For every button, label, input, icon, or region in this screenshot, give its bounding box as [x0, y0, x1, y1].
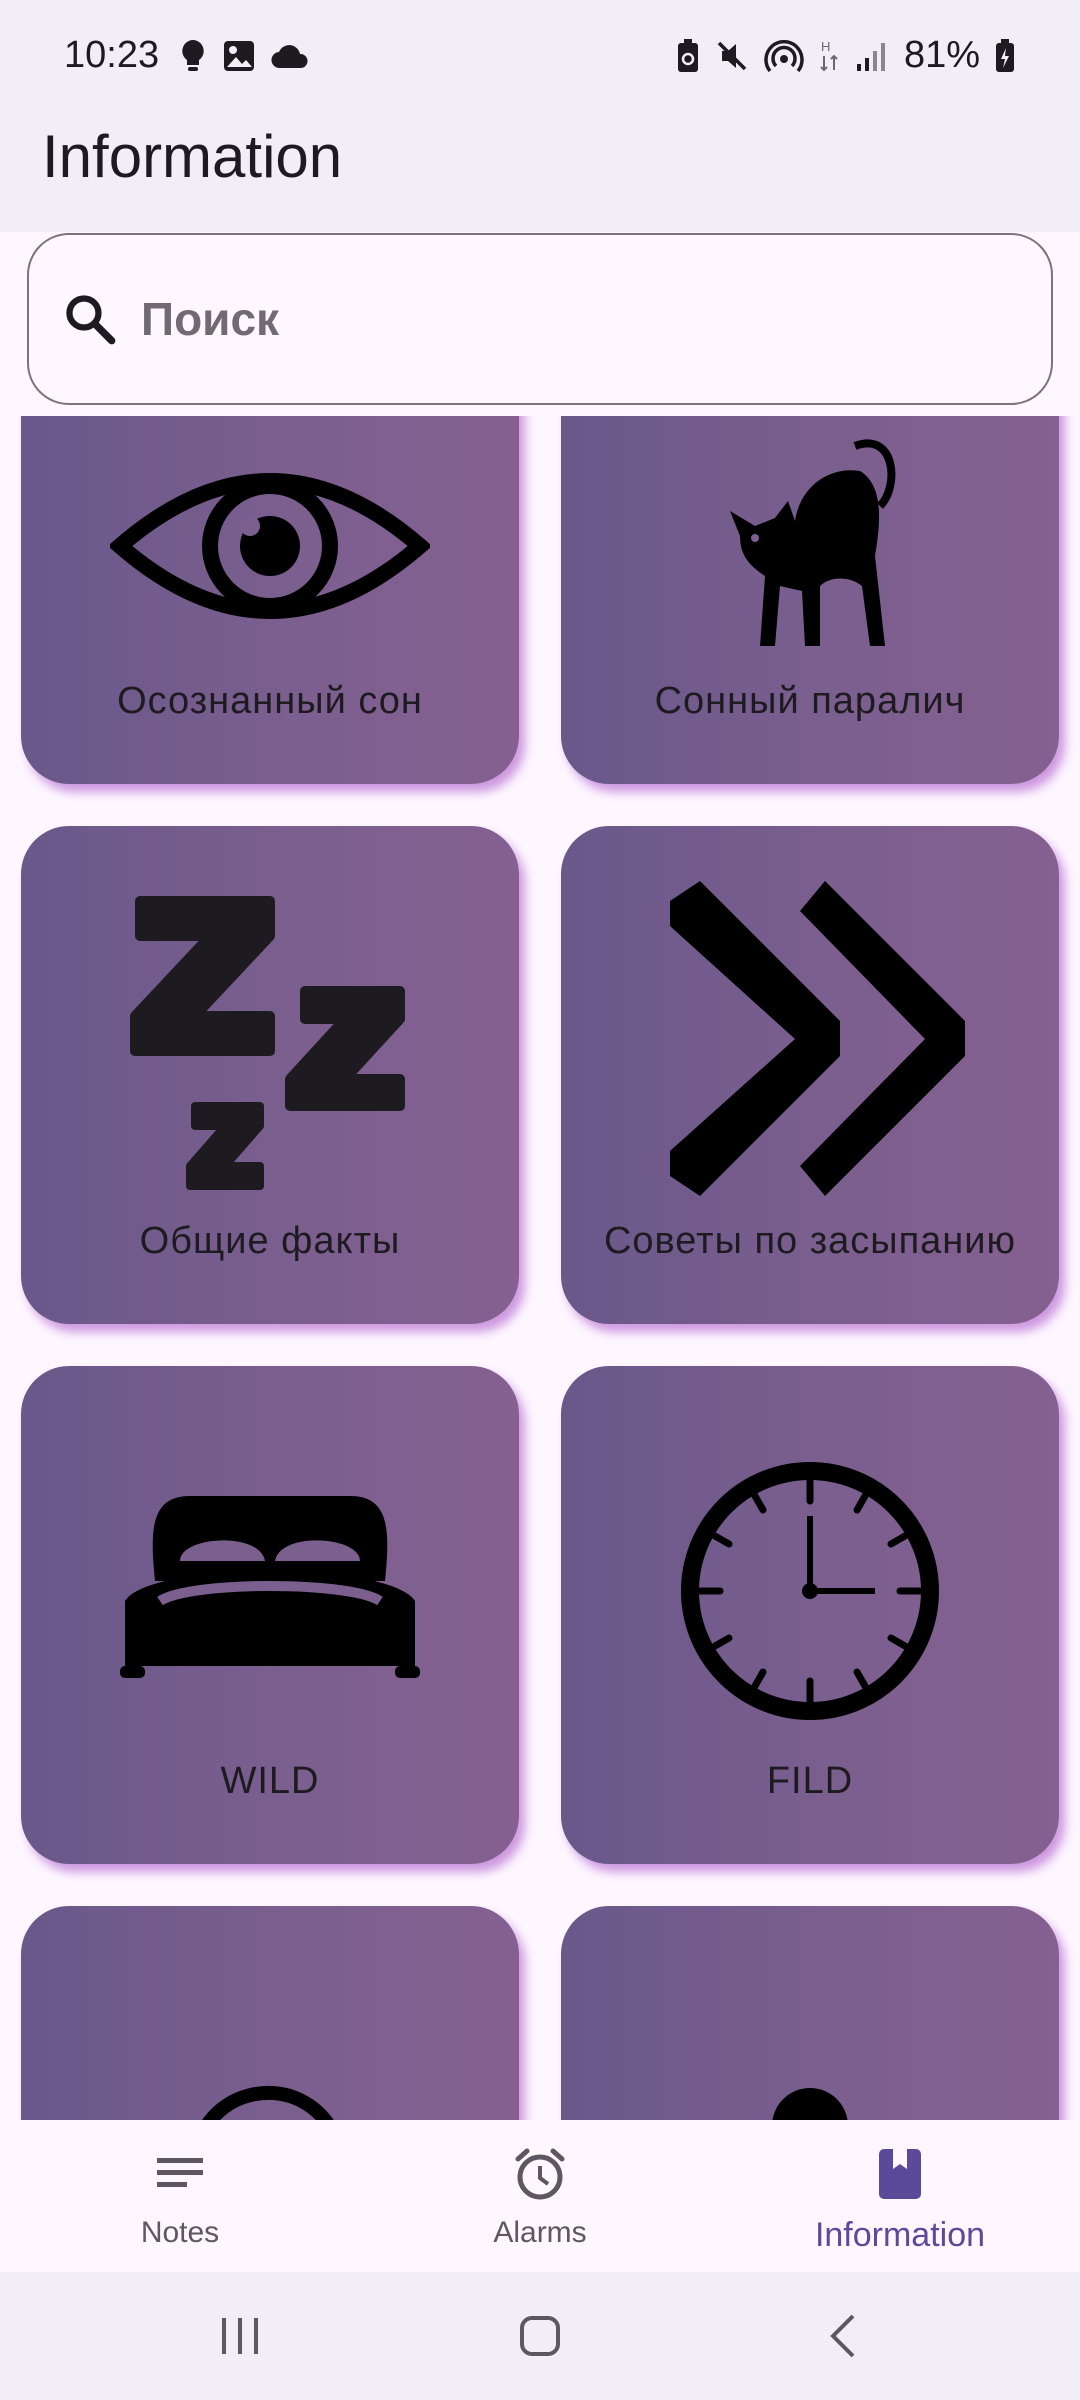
card-general-facts[interactable]: Общие факты	[21, 826, 519, 1324]
nav-information[interactable]: Information	[720, 2120, 1080, 2272]
status-right-icons: H 81%	[676, 34, 1016, 77]
bed-icon	[21, 1366, 519, 1736]
svg-text:H: H	[821, 39, 830, 54]
image-icon	[224, 41, 254, 71]
card-label: Осознанный сон	[117, 680, 423, 722]
notes-icon	[150, 2144, 210, 2204]
status-bar: 10:23 H 81%	[0, 0, 1080, 115]
battery-percent: 81%	[903, 34, 980, 76]
info-grid: Осознанный сон Сонный паралич Общие факт…	[0, 416, 1080, 2120]
card-lucid-dream[interactable]: Осознанный сон	[21, 416, 519, 784]
card-label: FILD	[766, 1760, 854, 1802]
alarm-icon	[510, 2144, 570, 2204]
cat-icon	[561, 416, 1059, 656]
card-person[interactable]	[561, 1906, 1059, 2120]
card-label: WILD	[220, 1760, 320, 1802]
double-chevron-icon	[561, 826, 1059, 1196]
search-icon[interactable]	[61, 290, 119, 348]
nav-label: Information	[814, 2216, 986, 2254]
nav-notes[interactable]: Notes	[0, 2120, 360, 2272]
recent-apps-icon[interactable]	[210, 2306, 270, 2366]
back-icon[interactable]	[815, 2306, 875, 2366]
search-bar[interactable]	[27, 233, 1053, 405]
home-icon[interactable]	[510, 2306, 570, 2366]
card-wild[interactable]: WILD	[21, 1366, 519, 1864]
status-left-icons	[178, 38, 310, 74]
page-title: Information	[42, 123, 343, 190]
eye-icon	[21, 416, 519, 656]
hotspot-icon	[764, 39, 804, 72]
battery-icon	[996, 38, 1014, 72]
mute-icon	[717, 41, 747, 70]
nav-alarms[interactable]: Alarms	[360, 2120, 720, 2272]
bottom-nav: Notes Alarms Information	[0, 2120, 1080, 2272]
card-ear[interactable]	[21, 1906, 519, 2120]
lightbulb-icon	[182, 40, 204, 71]
card-label: Советы по засыпанию	[603, 1220, 1017, 1262]
book-icon	[870, 2144, 930, 2204]
clock-icon	[561, 1366, 1059, 1736]
nav-label: Notes	[140, 2216, 220, 2249]
card-sleep-tips[interactable]: Советы по засыпанию	[561, 826, 1059, 1324]
battery-saver-icon	[677, 38, 698, 72]
top-area: 10:23 H 81% Information	[0, 0, 1080, 232]
card-sleep-paralysis[interactable]: Сонный паралич	[561, 416, 1059, 784]
search-input[interactable]	[141, 292, 941, 346]
card-label: Сонный паралич	[654, 680, 966, 722]
screen: 10:23 H 81% Information Поиск Осознанный…	[0, 0, 1080, 2400]
ear-icon	[21, 1906, 519, 2120]
system-nav-bar	[0, 2272, 1080, 2400]
signal-icon	[856, 42, 885, 71]
status-time: 10:23	[64, 34, 160, 76]
card-fild[interactable]: FILD	[561, 1366, 1059, 1864]
cloud-icon	[271, 45, 308, 69]
nav-label: Alarms	[493, 2216, 587, 2249]
zzz-icon	[21, 826, 519, 1196]
card-label: Общие факты	[139, 1220, 401, 1262]
person-icon	[561, 1906, 1059, 2120]
data-arrows-icon: H	[820, 39, 838, 71]
